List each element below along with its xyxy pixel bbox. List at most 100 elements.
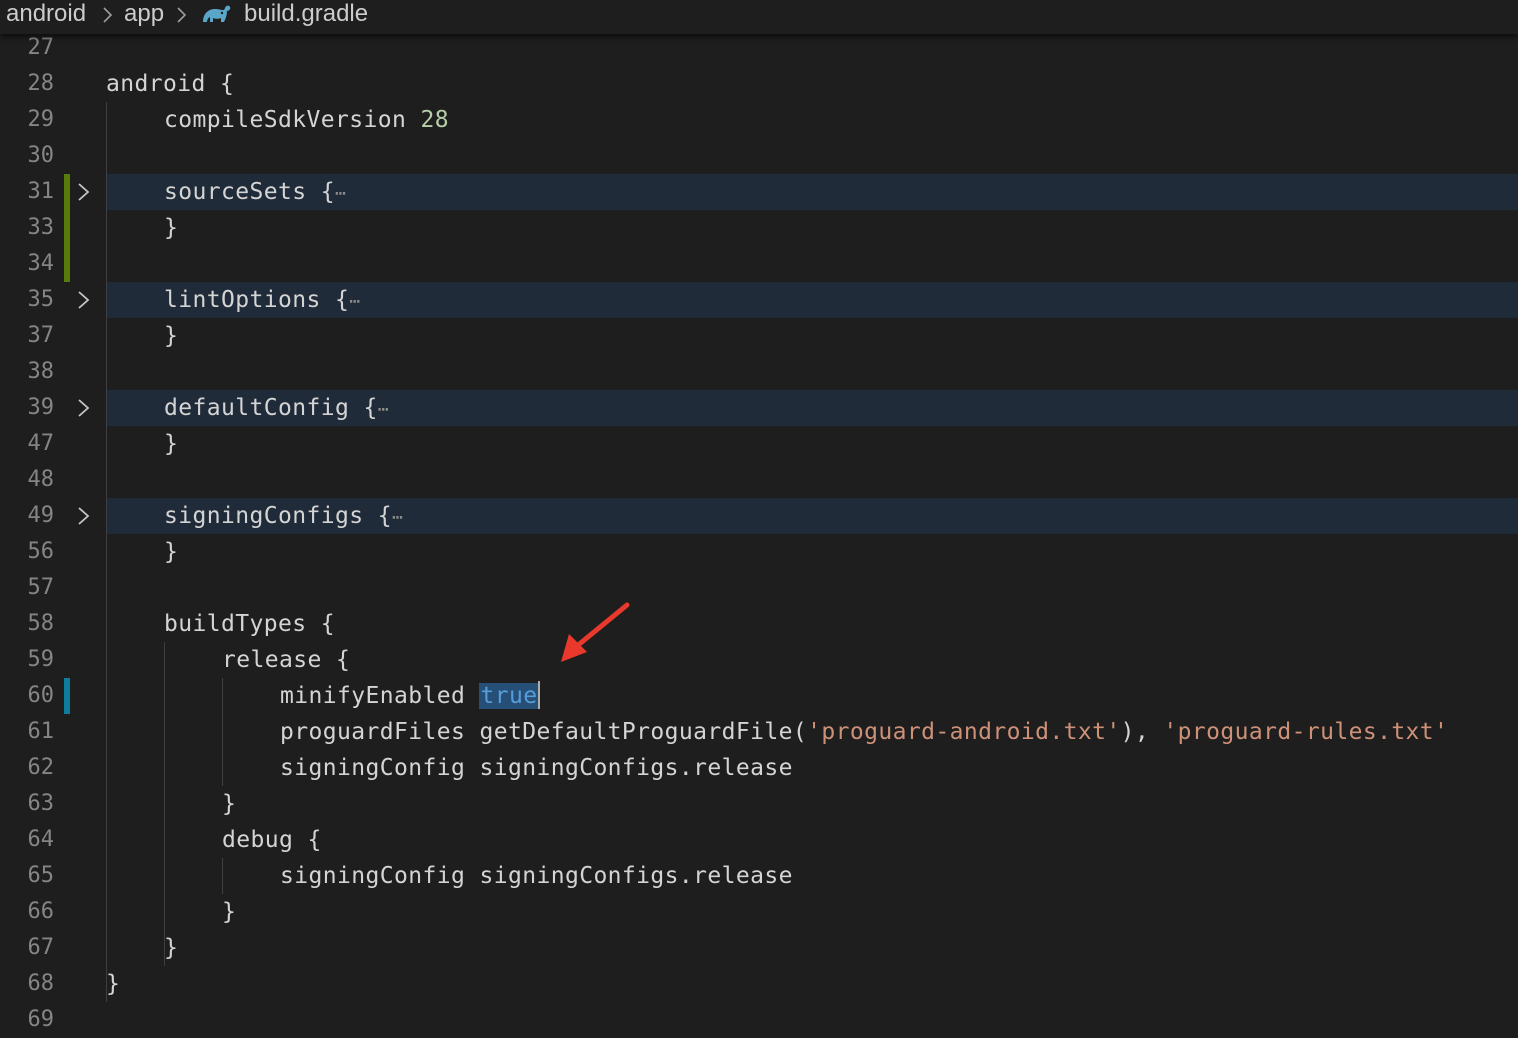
code-text[interactable]: signingConfigs {⋯ [164, 498, 403, 536]
fold-ellipsis-icon[interactable]: ⋯ [378, 399, 389, 420]
code-line[interactable]: 68} [0, 966, 1518, 1002]
code-text[interactable]: proguardFiles getDefaultProguardFile('pr… [280, 714, 1448, 750]
code-text[interactable]: release { [222, 642, 350, 678]
chevron-right-icon [103, 7, 113, 23]
code-token: } [164, 215, 179, 241]
code-line[interactable]: 48 [0, 462, 1518, 498]
line-number: 34 [27, 251, 55, 276]
code-token: ), [1120, 719, 1164, 745]
breadcrumb: android app build.gradle [0, 0, 1518, 34]
code-line[interactable]: 67} [0, 930, 1518, 966]
code-text[interactable]: debug { [222, 822, 322, 858]
code-text[interactable]: signingConfig signingConfigs.release [280, 858, 793, 894]
code-text[interactable]: } [164, 426, 178, 462]
line-number: 56 [27, 539, 55, 564]
fold-chevron-icon[interactable] [74, 398, 94, 418]
code-text[interactable]: } [222, 894, 236, 930]
code-text[interactable]: defaultConfig {⋯ [164, 390, 389, 428]
code-line[interactable]: 33} [0, 210, 1518, 246]
code-line[interactable]: 47} [0, 426, 1518, 462]
fold-chevron-icon[interactable] [74, 182, 94, 202]
code-token: release { [222, 647, 351, 673]
breadcrumb-item-app[interactable]: app [124, 0, 164, 28]
code-text[interactable]: lintOptions {⋯ [164, 282, 360, 320]
string-token: 'proguard-android.txt' [807, 719, 1121, 745]
line-number: 38 [27, 359, 55, 384]
fold-ellipsis-icon[interactable]: ⋯ [335, 183, 346, 204]
code-line[interactable]: 57 [0, 570, 1518, 606]
code-line[interactable]: 58 buildTypes { [0, 606, 1518, 642]
gutter-added-marker[interactable] [64, 174, 70, 210]
code-line[interactable]: 65 signingConfig signingConfigs.release [0, 858, 1518, 894]
code-line[interactable]: 37} [0, 318, 1518, 354]
indent-guide [164, 642, 165, 966]
line-number: 69 [27, 1007, 55, 1032]
fold-chevron-icon[interactable] [74, 290, 94, 310]
indent-guide [222, 858, 223, 894]
selected-keyword-token: true [479, 683, 539, 709]
line-number: 68 [27, 971, 55, 996]
code-text[interactable]: } [164, 534, 178, 570]
code-line[interactable]: 64 debug { [0, 822, 1518, 858]
fold-ellipsis-icon[interactable]: ⋯ [349, 291, 360, 312]
code-line[interactable]: 27 [0, 30, 1518, 66]
code-token: sourceSets { [164, 179, 335, 205]
line-number: 67 [27, 935, 55, 960]
code-text[interactable]: minifyEnabled true [280, 678, 541, 714]
code-text[interactable]: sourceSets {⋯ [164, 174, 346, 212]
code-editor[interactable]: 27 28 android {29 compileSdkVersion 28 30 31 s… [0, 34, 1518, 1034]
code-line[interactable]: 66} [0, 894, 1518, 930]
fold-chevron-icon[interactable] [74, 506, 94, 526]
code-text[interactable]: } [222, 786, 236, 822]
code-line[interactable]: 34 [0, 246, 1518, 282]
gutter-added-marker[interactable] [64, 210, 70, 246]
text-cursor [538, 680, 541, 709]
code-line[interactable]: 69 [0, 1002, 1518, 1038]
code-line[interactable]: 38 [0, 354, 1518, 390]
code-line[interactable]: 60 minifyEnabled true [0, 678, 1518, 714]
code-line[interactable]: 28 android { [0, 66, 1518, 102]
number-token: 28 [420, 107, 449, 133]
code-line[interactable]: 62 signingConfig signingConfigs.release [0, 750, 1518, 786]
line-number: 60 [27, 683, 55, 708]
code-line[interactable]: 61 proguardFiles getDefaultProguardFile('… [0, 714, 1518, 750]
code-line[interactable]: 56} [0, 534, 1518, 570]
code-text[interactable]: buildTypes { [164, 606, 335, 642]
code-text[interactable]: android { [106, 66, 234, 102]
breadcrumb-item-android[interactable]: android [6, 0, 86, 28]
code-text[interactable]: } [164, 318, 178, 354]
gutter-added-marker[interactable] [64, 246, 70, 282]
gradle-elephant-icon [203, 5, 231, 22]
line-number: 29 [27, 107, 55, 132]
line-number: 28 [27, 71, 55, 96]
code-text[interactable]: } [164, 210, 178, 246]
code-line[interactable]: 49 signingConfigs {⋯ [0, 498, 1518, 534]
gutter-modified-marker[interactable] [64, 678, 70, 714]
red-arrow-icon [561, 602, 630, 662]
code-token: minifyEnabled [280, 683, 480, 709]
code-line[interactable]: 63} [0, 786, 1518, 822]
code-text[interactable]: signingConfig signingConfigs.release [280, 750, 793, 786]
code-text[interactable]: } [164, 930, 178, 966]
line-number: 57 [27, 575, 55, 600]
code-text[interactable]: compileSdkVersion 28 [164, 102, 449, 138]
code-line[interactable]: 30 [0, 138, 1518, 174]
code-line[interactable]: 35 lintOptions {⋯ [0, 282, 1518, 318]
line-number: 31 [27, 179, 55, 204]
line-number: 35 [27, 287, 55, 312]
code-text[interactable]: } [106, 966, 120, 1002]
line-number: 64 [27, 827, 55, 852]
line-number: 39 [27, 395, 55, 420]
breadcrumb-item-file[interactable]: build.gradle [244, 0, 368, 28]
code-token: defaultConfig { [164, 395, 378, 421]
code-token: signingConfig signingConfigs.release [280, 863, 793, 889]
code-line[interactable]: 39 defaultConfig {⋯ [0, 390, 1518, 426]
chevron-right-icon [177, 7, 187, 23]
indent-guide [222, 678, 223, 786]
line-number: 37 [27, 323, 55, 348]
code-line[interactable]: 31 sourceSets {⋯ [0, 174, 1518, 210]
code-line[interactable]: 59 release { [0, 642, 1518, 678]
line-number: 65 [27, 863, 55, 888]
code-line[interactable]: 29 compileSdkVersion 28 [0, 102, 1518, 138]
fold-ellipsis-icon[interactable]: ⋯ [392, 507, 403, 528]
